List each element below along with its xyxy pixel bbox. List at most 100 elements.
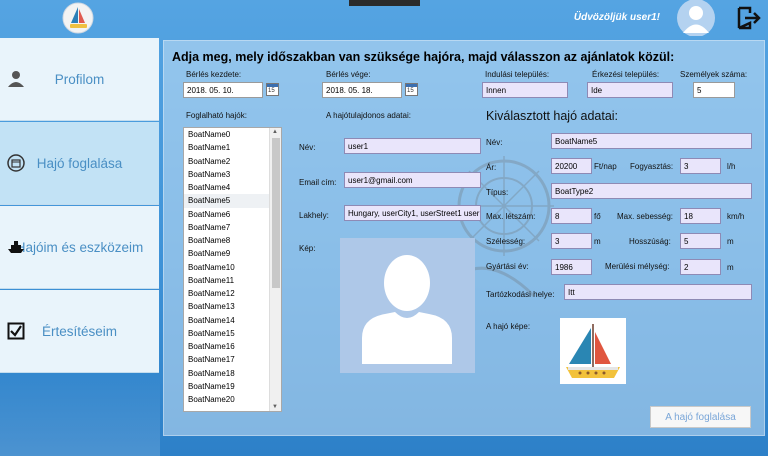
calendar-picker-icon[interactable]: 15 xyxy=(405,83,418,96)
boat-max-speed-field[interactable]: 18 xyxy=(680,208,721,224)
boat-list-item[interactable]: BoatName5 xyxy=(184,194,281,208)
boat-year-label: Gyártási év: xyxy=(486,262,529,271)
available-boats-label: Foglalható hajók: xyxy=(186,111,247,120)
owner-name-field[interactable]: user1 xyxy=(344,138,481,154)
rental-start-label: Bérlés kezdete: xyxy=(186,70,242,79)
top-bar: Üdvözöljük user1! xyxy=(0,0,768,38)
rental-end-field[interactable]: 2018. 05. 18. xyxy=(322,82,402,98)
boat-draft-unit: m xyxy=(727,263,734,272)
owner-name-label: Név: xyxy=(299,143,316,152)
boat-consumption-field[interactable]: 3 xyxy=(680,158,721,174)
boat-list-item[interactable]: BoatName9 xyxy=(184,247,281,260)
user-placeholder-icon xyxy=(362,255,452,364)
boat-location-label: Tartózkodási helye: xyxy=(486,290,555,299)
boat-list-item[interactable]: BoatName4 xyxy=(184,181,281,194)
boat-max-people-label: Max. létszám: xyxy=(486,212,536,221)
rental-end-label: Bérlés vége: xyxy=(326,70,371,79)
sailboat-logo-icon xyxy=(62,2,94,34)
boat-image xyxy=(560,318,626,384)
owner-photo xyxy=(340,238,475,373)
checkbox-icon xyxy=(7,322,25,340)
boat-width-unit: m xyxy=(594,237,601,246)
owner-photo-label: Kép: xyxy=(299,244,316,253)
sidebar-item-boat-booking[interactable]: Hajó foglalása xyxy=(0,122,159,205)
boat-length-unit: m xyxy=(727,237,734,246)
sidebar-item-label: Hajó foglalása xyxy=(36,155,123,171)
owner-address-field[interactable]: Hungary, userCity1, userStreet1 userH xyxy=(344,205,481,221)
boat-price-field[interactable]: 20200 xyxy=(551,158,592,174)
boat-list-item[interactable]: BoatName14 xyxy=(184,314,281,327)
booking-panel: Adja meg, mely időszakban van szüksége h… xyxy=(163,40,765,436)
departure-field[interactable]: Innen xyxy=(482,82,568,98)
boat-consumption-unit: l/h xyxy=(727,162,736,171)
scrollbar-thumb[interactable] xyxy=(272,138,280,288)
calendar-icon xyxy=(7,154,25,172)
boat-length-label: Hosszúság: xyxy=(629,237,671,246)
boat-year-field[interactable]: 1986 xyxy=(551,259,592,275)
book-boat-button[interactable]: A hajó foglalása xyxy=(650,406,751,428)
sidebar-footer xyxy=(0,374,160,456)
window-notch xyxy=(349,0,420,6)
sailboat-image-icon xyxy=(566,324,620,378)
boat-max-speed-label: Max. sebesség: xyxy=(617,212,674,221)
boat-width-field[interactable]: 3 xyxy=(551,233,592,249)
boat-list-item[interactable]: BoatName3 xyxy=(184,168,281,181)
person-icon xyxy=(8,71,24,87)
rental-start-field[interactable]: 2018. 05. 10. xyxy=(183,82,263,98)
boat-name-label: Név: xyxy=(486,138,503,147)
boat-list-item[interactable]: BoatName18 xyxy=(184,367,281,380)
sidebar-item-profile[interactable]: Profilom xyxy=(0,38,159,121)
boat-name-field[interactable]: BoatName5 xyxy=(551,133,752,149)
boat-list[interactable]: BoatName0 BoatName1 BoatName2 BoatName3 Boat… xyxy=(183,127,282,412)
boat-max-people-unit: fő xyxy=(594,212,601,221)
sidebar-item-label: Értesítéseim xyxy=(41,323,118,339)
owner-email-label: Email cím: xyxy=(299,178,337,187)
boat-type-label: Típus: xyxy=(486,188,509,197)
boat-list-item[interactable]: BoatName20 xyxy=(184,393,281,406)
boat-list-item[interactable]: BoatName13 xyxy=(184,300,281,313)
ship-icon xyxy=(8,241,24,253)
persons-field[interactable]: 5 xyxy=(693,82,735,98)
boat-list-item[interactable]: BoatName17 xyxy=(184,353,281,366)
boat-draft-field[interactable]: 2 xyxy=(680,259,721,275)
boat-list-item[interactable]: BoatName11 xyxy=(184,274,281,287)
departure-label: Indulási település: xyxy=(485,70,550,79)
boat-list-item[interactable]: BoatName8 xyxy=(184,234,281,247)
boat-list-item[interactable]: BoatName6 xyxy=(184,208,281,221)
arrival-field[interactable]: Ide xyxy=(587,82,673,98)
welcome-text: Üdvözöljük user1! xyxy=(573,12,660,23)
calendar-picker-icon[interactable]: 15 xyxy=(266,83,279,96)
boat-type-field[interactable]: BoatType2 xyxy=(551,183,752,199)
page-title: Adja meg, mely időszakban van szüksége h… xyxy=(172,50,675,64)
boat-max-speed-unit: km/h xyxy=(727,212,745,221)
boat-list-item[interactable]: BoatName1 xyxy=(184,141,281,154)
boat-list-item[interactable]: BoatName2 xyxy=(184,155,281,168)
boat-price-label: Ár: xyxy=(486,163,497,172)
sidebar-item-my-boats[interactable]: Hajóim és eszközeim xyxy=(0,206,159,289)
sidebar-item-notifications[interactable]: Értesítéseim xyxy=(0,290,159,373)
boat-length-field[interactable]: 5 xyxy=(680,233,721,249)
arrival-label: Érkezési település: xyxy=(592,70,660,79)
scrollbar[interactable]: ▲ ▼ xyxy=(269,128,281,411)
boat-list-item[interactable]: BoatName19 xyxy=(184,380,281,393)
boat-max-people-field[interactable]: 8 xyxy=(551,208,592,224)
boat-image-label: A hajó képe: xyxy=(486,322,531,331)
boat-list-item[interactable]: BoatName7 xyxy=(184,221,281,234)
boat-price-unit: Ft/nap xyxy=(594,162,617,171)
boat-list-item[interactable]: BoatName16 xyxy=(184,340,281,353)
boat-list-item[interactable]: BoatName15 xyxy=(184,327,281,340)
owner-address-label: Lakhely: xyxy=(299,211,329,220)
user-avatar-icon[interactable] xyxy=(676,0,716,36)
owner-email-field[interactable]: user1@gmail.com xyxy=(344,172,481,188)
boat-list-item[interactable]: BoatName12 xyxy=(184,287,281,300)
sidebar-item-label: Hajóim és eszközeim xyxy=(15,239,144,255)
boat-location-field[interactable]: Itt xyxy=(564,284,752,300)
boat-consumption-label: Fogyasztás: xyxy=(630,162,674,171)
logout-icon[interactable] xyxy=(736,6,762,30)
boat-list-item[interactable]: BoatName0 xyxy=(184,128,281,141)
boat-list-item[interactable]: BoatName10 xyxy=(184,261,281,274)
sidebar-item-label: Profilom xyxy=(54,71,105,87)
boat-section-label: Kiválasztott hajó adatai: xyxy=(486,109,619,123)
boat-width-label: Szélesség: xyxy=(486,237,526,246)
owner-section-label: A hajótulajdonos adatai: xyxy=(326,111,411,120)
